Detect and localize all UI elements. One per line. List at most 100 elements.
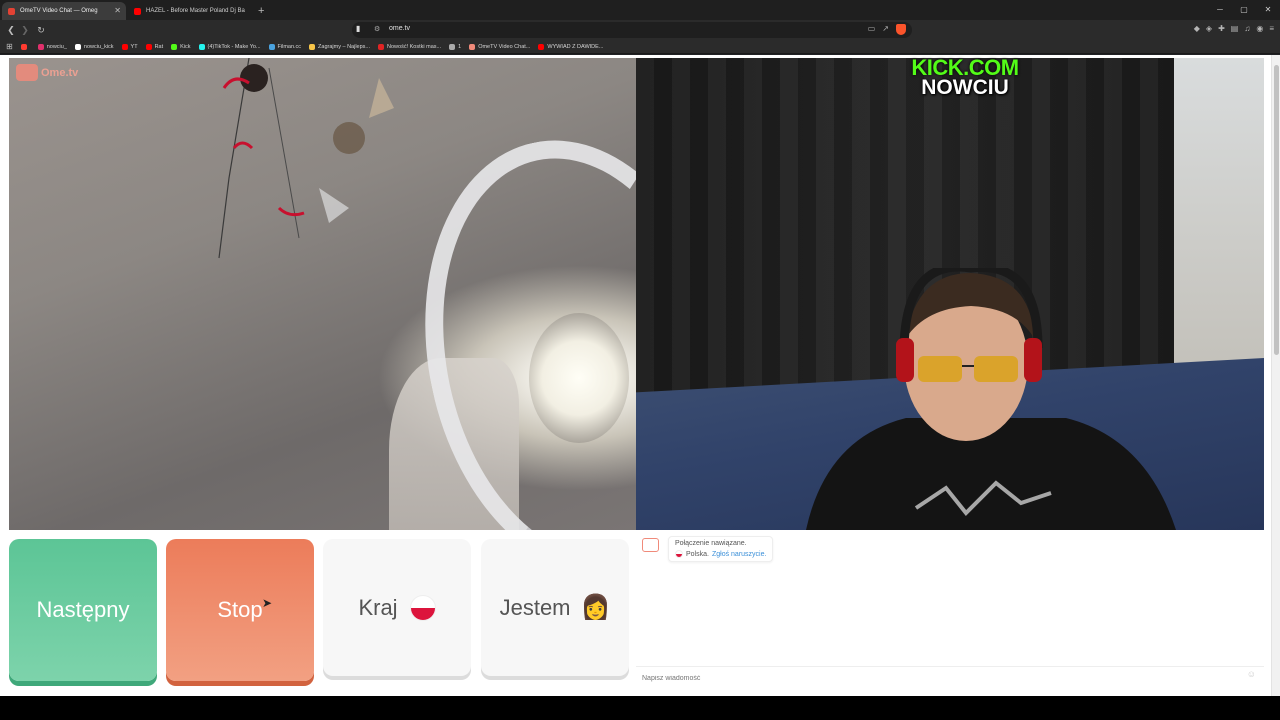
bookmark-item[interactable]: Kick — [171, 43, 191, 50]
youtube-tab-icon — [134, 8, 141, 15]
address-bar[interactable]: ▮ ⚙ ome.tv ▭ ↗ — [352, 22, 912, 38]
partner-country: Polska. — [686, 550, 709, 558]
bookmarks-bar: ⊞ nowciu_ nowciu_kick YT Rat Kick (4)TikTok -… — [0, 40, 1280, 54]
bookmark-favicon-icon — [171, 43, 178, 50]
bookmark-label: 1 — [458, 43, 462, 50]
apps-icon[interactable]: ⊞ — [6, 42, 13, 51]
bookmark-item[interactable]: (4)TikTok - Make Yo... — [198, 43, 261, 50]
new-tab-button[interactable]: + — [258, 2, 264, 20]
bookmark-favicon-icon — [198, 43, 205, 50]
gender-selector[interactable]: Jestem 👩 — [481, 539, 629, 676]
country-label: Kraj — [358, 594, 398, 620]
poland-flag-icon — [675, 550, 683, 558]
system-message: Połączenie nawiązane. Polska. Zgłoś naru… — [668, 536, 774, 562]
scrollbar-thumb[interactable] — [1274, 65, 1279, 355]
bookmark-item[interactable]: YT — [121, 43, 138, 50]
bookmark-label: nowciu_kick — [83, 43, 114, 50]
browser-toolbar: ❮ ❯ ↻ ▮ ⚙ ome.tv ▭ ↗ ◆ ◈ ✚ ▤ ♫ ◉ ≡ — [0, 20, 1280, 40]
site-info-icon[interactable]: ⚙ — [374, 25, 380, 33]
bookmark-favicon-icon — [121, 43, 128, 50]
extension-icon[interactable]: ◈ — [1206, 24, 1212, 33]
bookmark-favicon-icon — [268, 43, 275, 50]
bookmark-item[interactable]: nowciu_kick — [74, 43, 114, 50]
tab-ometv[interactable]: OmeTV Video Chat — Omeg ✕ — [2, 2, 126, 20]
extension-icon[interactable]: ◆ — [1194, 24, 1200, 33]
bookmark-label: Zagrajmy – Najleps... — [318, 43, 371, 50]
bookmark-favicon-icon — [449, 43, 456, 50]
tab-strip: OmeTV Video Chat — Omeg ✕ HAZEL - Before… — [0, 0, 1280, 20]
next-button-label: Następny — [36, 597, 130, 622]
local-video — [9, 58, 636, 530]
emoji-picker-icon[interactable]: ☺ — [1247, 669, 1256, 679]
bookmark-favicon-icon — [20, 43, 27, 50]
share-icon[interactable]: ↗ — [882, 24, 889, 35]
hanging-decorations — [218, 58, 394, 259]
connection-status: Połączenie nawiązane. — [675, 540, 747, 547]
minimize-icon[interactable]: ─ — [1208, 0, 1232, 20]
partner-country-row: Polska. Zgłoś naruszycie. — [675, 550, 766, 558]
chat-panel: Połączenie nawiązane. Polska. Zgłoś naru… — [636, 530, 1264, 690]
bookmark-item[interactable]: Filman.cc — [268, 43, 302, 50]
stream-overlay: KICK.COM NOWCIU — [900, 57, 1030, 99]
stop-button-label: Stop — [217, 597, 263, 622]
person-figure — [806, 268, 1176, 530]
bookmark-item[interactable]: Zagrajmy – Najleps... — [309, 43, 371, 50]
stop-button[interactable]: Stop — [166, 539, 314, 681]
bookmark-label: Rat — [154, 43, 164, 50]
bookmark-favicon-icon — [538, 43, 545, 50]
report-link[interactable]: Zgłoś naruszycie. — [712, 551, 766, 558]
ometv-logo-icon — [16, 64, 38, 81]
forward-icon[interactable]: ❯ — [18, 23, 32, 37]
puzzle-icon[interactable]: ✚ — [1218, 24, 1225, 33]
ometv-logo-text: Ome.tv — [41, 66, 79, 79]
remote-video — [636, 58, 1264, 530]
mouse-cursor-icon: ➤ — [262, 596, 273, 610]
bookmark-favicon-icon — [145, 43, 152, 50]
bookmark-label: Nowość! Kostki mas... — [387, 43, 442, 50]
brave-shield-icon[interactable] — [896, 24, 906, 35]
bookmark-label: Kick — [180, 43, 191, 50]
bookmark-item[interactable]: nowciu_ — [37, 43, 67, 50]
bookmark-favicon-icon — [469, 43, 476, 50]
ometv-logo: Ome.tv — [16, 64, 78, 81]
bookmark-item[interactable]: Rat — [145, 43, 164, 50]
close-window-icon[interactable]: ✕ — [1256, 0, 1280, 20]
tab-youtube[interactable]: HAZEL - Before Master Poland Dj Ba — [128, 2, 252, 20]
bookmark-label: nowciu_ — [46, 43, 67, 50]
bookmark-item[interactable]: 1 — [449, 43, 462, 50]
tab-title: HAZEL - Before Master Poland Dj Ba — [146, 8, 245, 14]
bookmark-label: Filman.cc — [277, 43, 302, 50]
bookmark-item[interactable]: WYWIAD Z DAWIDE... — [538, 43, 603, 50]
next-button[interactable]: Następny — [9, 539, 157, 681]
woman-emoji-icon: 👩 — [580, 593, 611, 621]
chat-message-input[interactable] — [642, 671, 1222, 686]
bookmark-item[interactable]: OmeTV Video Chat... — [469, 43, 531, 50]
page-scrollbar[interactable] — [1271, 55, 1280, 696]
chat-input-bar: ☺ — [636, 666, 1264, 686]
bookmark-icon[interactable]: ▮ — [356, 24, 360, 33]
country-selector[interactable]: Kraj — [323, 539, 471, 676]
back-icon[interactable]: ❮ — [4, 23, 18, 37]
url-text[interactable]: ome.tv — [389, 25, 410, 32]
light-bulb — [529, 313, 629, 443]
music-icon[interactable]: ♫ — [1244, 24, 1250, 33]
ometv-tab-icon — [8, 8, 15, 15]
sidebar-icon[interactable]: ▤ — [1231, 24, 1239, 33]
bookmark-favicon-icon — [309, 43, 316, 50]
bookmark-item[interactable] — [20, 43, 30, 50]
poland-flag-icon — [409, 594, 436, 621]
cast-icon[interactable]: ▭ — [868, 24, 876, 35]
close-tab-icon[interactable]: ✕ — [114, 6, 121, 15]
overlay-line-2: NOWCIU — [921, 76, 1009, 99]
menu-icon[interactable]: ≡ — [1269, 24, 1274, 33]
bottom-black-bar — [0, 696, 1280, 720]
ometv-chat-icon — [642, 538, 659, 552]
bookmark-label: YT — [130, 43, 138, 50]
bookmark-item[interactable]: Nowość! Kostki mas... — [378, 43, 442, 50]
reload-icon[interactable]: ↻ — [34, 23, 48, 37]
bookmark-favicon-icon — [378, 43, 385, 50]
bookmark-label: OmeTV Video Chat... — [478, 43, 531, 50]
wallet-icon[interactable]: ◉ — [1256, 24, 1263, 33]
bookmark-favicon-icon — [74, 43, 81, 50]
maximize-icon[interactable]: ▢ — [1232, 0, 1256, 20]
